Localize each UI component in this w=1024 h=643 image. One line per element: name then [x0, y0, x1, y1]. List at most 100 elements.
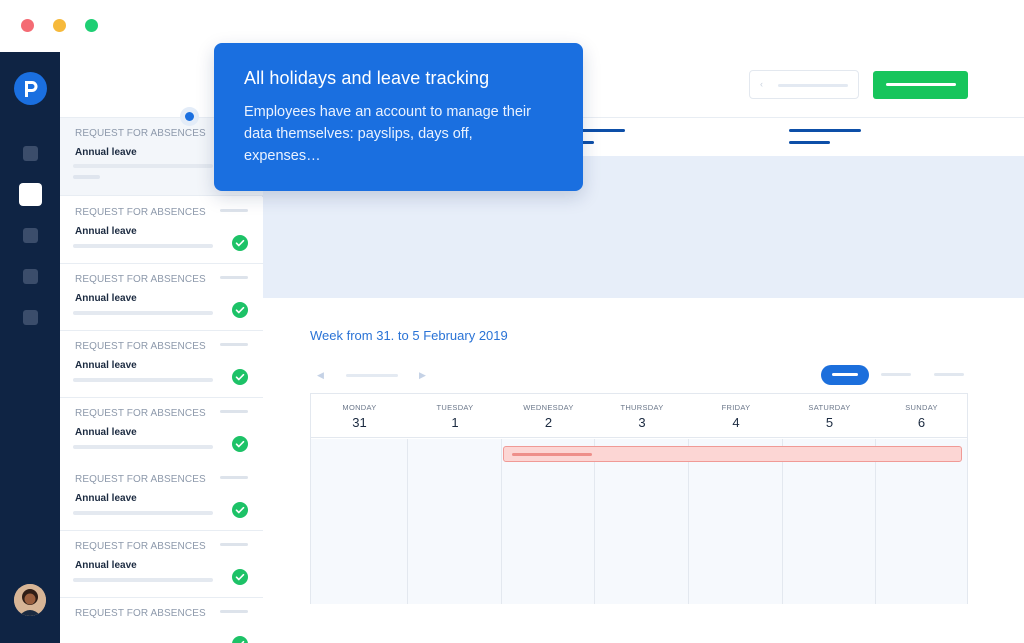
request-item[interactable]: REQUEST FOR ABSENCES Annual leave	[60, 531, 263, 598]
check-icon	[232, 569, 248, 585]
day-number: 3	[638, 415, 646, 430]
tab-placeholder-2[interactable]	[789, 129, 861, 132]
placeholder-text-bar	[220, 276, 248, 279]
day-number: 4	[732, 415, 740, 430]
day-cell[interactable]	[311, 439, 408, 604]
day-number: 5	[825, 415, 834, 430]
day-name: SUNDAY	[905, 403, 938, 412]
nav-item-1[interactable]	[23, 146, 38, 161]
placeholder-text-bar	[886, 83, 956, 86]
request-kicker: REQUEST FOR ABSENCES	[75, 274, 206, 285]
request-item[interactable]: REQUEST FOR ABSENCES Annual leave	[60, 264, 263, 331]
leave-event-bar[interactable]	[503, 446, 962, 462]
day-column-header: FRIDAY 4	[689, 394, 783, 438]
chevron-right-icon[interactable]: ▶	[419, 370, 426, 381]
placeholder-text-bar	[73, 164, 213, 168]
placeholder-text-bar	[73, 244, 213, 248]
placeholder-text-bar	[832, 373, 858, 376]
nav-item-3[interactable]	[23, 228, 38, 243]
placeholder-text-bar	[73, 511, 213, 515]
placeholder-text-bar	[220, 610, 248, 613]
request-kicker: REQUEST FOR ABSENCES	[75, 608, 206, 619]
day-cell[interactable]	[408, 439, 502, 604]
placeholder-text-bar	[778, 84, 848, 87]
request-kicker: REQUEST FOR ABSENCES	[75, 207, 206, 218]
day-name: SATURDAY	[808, 403, 851, 412]
primary-action-button[interactable]	[873, 71, 968, 99]
placeholder-text-bar	[220, 410, 248, 413]
window-minimize-button[interactable]	[53, 19, 66, 32]
week-calendar: MONDAY 31 TUESDAY 1 WEDNESDAY 2 THURSDAY…	[310, 393, 968, 604]
placeholder-text-bar	[73, 578, 213, 582]
check-icon	[232, 369, 248, 385]
placeholder-text-bar	[73, 378, 213, 382]
absence-request-list: REQUEST FOR ABSENCES Annual leave REQUES…	[60, 118, 263, 643]
request-item[interactable]: REQUEST FOR ABSENCES Annual leave	[60, 331, 263, 398]
request-kicker: REQUEST FOR ABSENCES	[75, 474, 206, 485]
view-toggle-year[interactable]	[934, 373, 964, 376]
placeholder-text-bar	[220, 343, 248, 346]
calendar-header: MONDAY 31 TUESDAY 1 WEDNESDAY 2 THURSDAY…	[311, 394, 967, 438]
brand-p-logo-icon[interactable]	[14, 72, 47, 105]
tab-placeholder-2-sub	[789, 141, 830, 144]
check-icon	[232, 235, 248, 251]
nav-item-5[interactable]	[23, 310, 38, 325]
request-title: Annual leave	[75, 147, 137, 158]
request-title: Annual leave	[75, 493, 137, 504]
day-cell[interactable]	[783, 439, 876, 604]
check-icon	[232, 302, 248, 318]
placeholder-text-bar	[220, 476, 248, 479]
day-cell[interactable]	[595, 439, 689, 604]
request-item[interactable]: REQUEST FOR ABSENCES Annual leave	[60, 197, 263, 264]
placeholder-text-bar	[346, 374, 398, 377]
nav-item-4[interactable]	[23, 269, 38, 284]
check-icon	[232, 636, 248, 643]
request-item[interactable]: REQUEST FOR ABSENCES Annual leave	[60, 398, 263, 465]
day-name: THURSDAY	[620, 403, 664, 412]
day-column-header: TUESDAY 1	[408, 394, 502, 438]
request-item[interactable]: REQUEST FOR ABSENCES	[60, 598, 263, 643]
placeholder-text-bar	[220, 543, 248, 546]
day-column-header: WEDNESDAY 2	[502, 394, 595, 438]
chevron-left-icon[interactable]: ◀	[317, 370, 324, 381]
day-number: 1	[451, 415, 459, 430]
day-cell[interactable]	[876, 439, 967, 604]
check-icon	[232, 436, 248, 452]
request-title: Annual leave	[75, 226, 137, 237]
day-number: 31	[352, 415, 367, 430]
request-kicker: REQUEST FOR ABSENCES	[75, 541, 206, 552]
placeholder-text-bar	[220, 209, 248, 212]
day-name: WEDNESDAY	[523, 403, 574, 412]
day-cell[interactable]	[502, 439, 595, 604]
day-name: MONDAY	[342, 403, 377, 412]
day-cell[interactable]	[689, 439, 783, 604]
filter-dropdown-button[interactable]: ‹	[749, 70, 859, 99]
placeholder-text-bar	[512, 453, 592, 456]
day-number: 2	[544, 415, 553, 430]
request-title: Annual leave	[75, 427, 137, 438]
week-range-title: Week from 31. to 5 February 2019	[310, 328, 508, 343]
tooltip-body: Employees have an account to manage thei…	[244, 104, 531, 164]
feature-tooltip: All holidays and leave tracking Employee…	[214, 43, 583, 191]
nav-item-2-active[interactable]	[19, 183, 42, 206]
view-toggle-month[interactable]	[881, 373, 911, 376]
tab-placeholder-1[interactable]	[580, 129, 625, 132]
request-title: Annual leave	[75, 560, 137, 571]
day-name: TUESDAY	[436, 403, 474, 412]
placeholder-text-bar	[73, 445, 213, 449]
tooltip-title: All holidays and leave tracking	[244, 68, 490, 88]
request-kicker: REQUEST FOR ABSENCES	[75, 128, 206, 139]
request-kicker: REQUEST FOR ABSENCES	[75, 408, 206, 419]
placeholder-text-bar	[73, 311, 213, 315]
tooltip-anchor-dot[interactable]	[185, 112, 194, 121]
placeholder-text-bar	[73, 175, 100, 179]
user-avatar[interactable]	[14, 584, 46, 616]
request-item[interactable]: REQUEST FOR ABSENCES Annual leave	[60, 464, 263, 531]
day-column-header: SATURDAY 5	[783, 394, 876, 438]
window-maximize-button[interactable]	[85, 19, 98, 32]
window-close-button[interactable]	[21, 19, 34, 32]
day-column-header: SUNDAY 6	[876, 394, 967, 438]
view-toggle-week[interactable]	[821, 365, 869, 385]
app-sidebar	[0, 52, 60, 643]
day-number: 6	[917, 415, 926, 430]
